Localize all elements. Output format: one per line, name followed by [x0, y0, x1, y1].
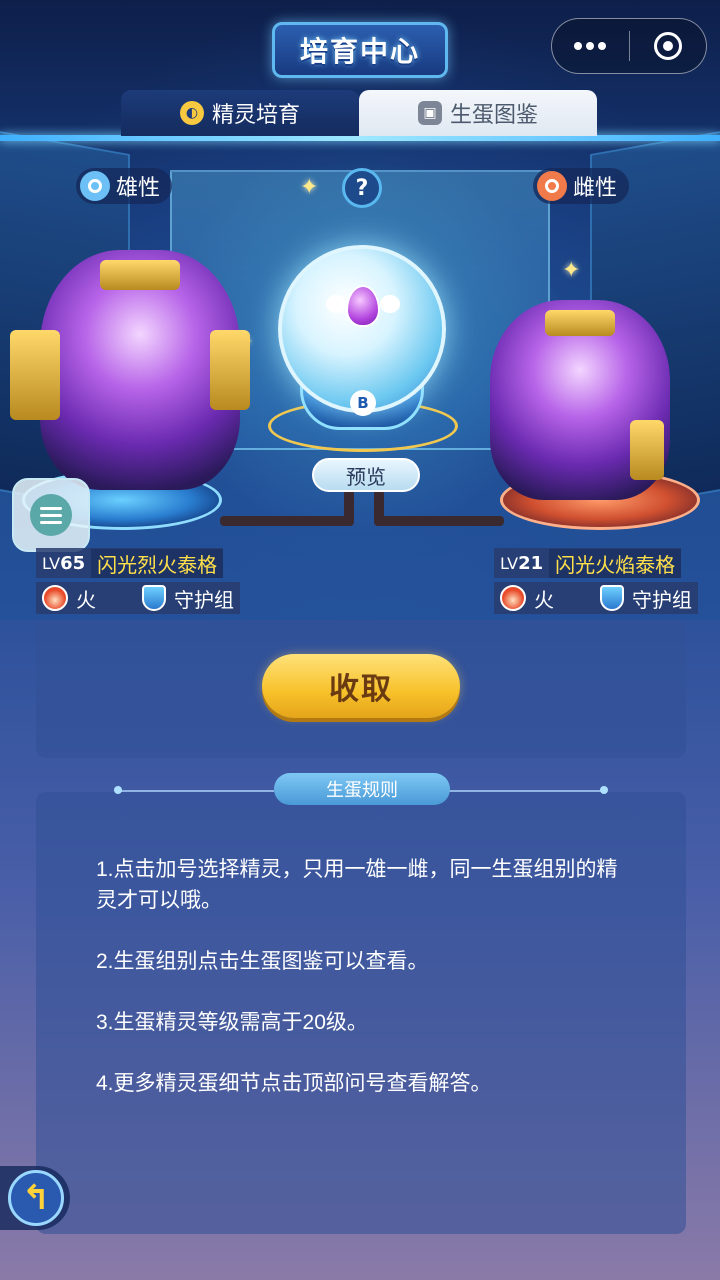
back-arrow-icon: ↰	[8, 1170, 64, 1226]
page-title: 培育中心	[299, 35, 420, 68]
list-icon	[30, 494, 72, 536]
fire-icon	[500, 585, 526, 611]
more-button[interactable]	[552, 19, 629, 73]
helmet-armor	[100, 260, 180, 290]
female-egg-group: 守护组	[632, 587, 692, 612]
right-gauntlet	[210, 330, 250, 410]
rules-title: 生蛋规则	[274, 773, 450, 805]
more-dots-icon	[574, 42, 607, 50]
right-pipe	[374, 516, 504, 526]
book-icon: ▣	[417, 101, 442, 125]
rules-panel: 1.点击加号选择精灵，只用一雄一雌，同一生蛋组别的精灵才可以哦。 2.生蛋组别点…	[36, 792, 686, 1234]
egg-icon	[346, 285, 380, 327]
male-attribute: 火	[76, 587, 96, 612]
rule-item: 2.生蛋组别点击生蛋图鉴可以查看。	[96, 950, 429, 973]
female-gender-badge: 雌性	[533, 168, 630, 204]
tab-label: 生蛋图鉴	[449, 103, 538, 128]
left-gauntlet	[10, 330, 60, 420]
female-icon	[537, 171, 567, 201]
close-button[interactable]	[630, 19, 707, 73]
egg-grade-badge: B	[350, 390, 376, 416]
female-info-row: LV21 闪光火焰泰格	[494, 548, 682, 578]
menu-button[interactable]	[12, 478, 90, 552]
help-button[interactable]: ?	[342, 168, 382, 208]
miniprogram-capsule	[551, 18, 707, 74]
preview-button[interactable]: 预览	[312, 458, 420, 492]
right-pipe-up	[374, 490, 384, 526]
rules-divider-left	[118, 790, 274, 792]
shield-icon	[600, 585, 624, 611]
male-name: 闪光烈火泰格	[91, 548, 224, 578]
tab-sprite-breeding[interactable]: ◐ 精灵培育	[121, 90, 359, 136]
female-parent-sprite[interactable]	[490, 300, 670, 500]
male-icon	[80, 171, 110, 201]
page-title-banner: 培育中心	[272, 22, 448, 78]
divider-dot	[600, 786, 608, 794]
male-level: LV65	[42, 552, 86, 574]
helmet-armor	[545, 310, 615, 336]
rule-item: 3.生蛋精灵等级需高于20级。	[96, 1011, 368, 1034]
rules-divider-right	[448, 790, 604, 792]
male-gender-label: 雄性	[116, 176, 161, 201]
male-gender-badge: 雄性	[76, 168, 173, 204]
rule-item: 4.更多精灵蛋细节点击顶部问号查看解答。	[96, 1072, 492, 1095]
male-egg-group: 守护组	[174, 587, 234, 612]
tab-label: 精灵培育	[211, 103, 300, 128]
divider-dot	[114, 786, 122, 794]
fire-icon	[42, 585, 68, 611]
tab-egg-catalog[interactable]: ▣ 生蛋图鉴	[359, 90, 597, 136]
female-attribute: 火	[534, 587, 554, 612]
left-pipe	[220, 516, 350, 526]
claw-armor	[630, 420, 664, 480]
back-button[interactable]: ↰	[0, 1166, 70, 1230]
female-name: 闪光火焰泰格	[549, 548, 682, 578]
shield-icon	[142, 585, 166, 611]
egg-wing-left	[326, 295, 346, 313]
female-attr-row: 火 守护组	[494, 582, 698, 614]
egg-wing-right	[380, 295, 400, 313]
male-info-row: LV65 闪光烈火泰格	[36, 548, 224, 578]
female-gender-label: 雌性	[573, 176, 618, 201]
male-attr-row: 火 守护组	[36, 582, 240, 614]
left-pipe-up	[344, 490, 354, 526]
rule-item: 1.点击加号选择精灵，只用一雄一雌，同一生蛋组别的精灵才可以哦。	[96, 858, 618, 912]
sprite-icon: ◐	[179, 101, 204, 125]
male-parent-sprite[interactable]	[10, 250, 250, 490]
target-close-icon	[653, 32, 682, 60]
sparkle-icon: ✦	[562, 258, 581, 283]
collect-button[interactable]: 收取	[262, 654, 460, 718]
egg-globe	[278, 245, 446, 413]
female-level: LV21	[500, 552, 544, 574]
sparkle-icon: ✦	[300, 175, 319, 200]
